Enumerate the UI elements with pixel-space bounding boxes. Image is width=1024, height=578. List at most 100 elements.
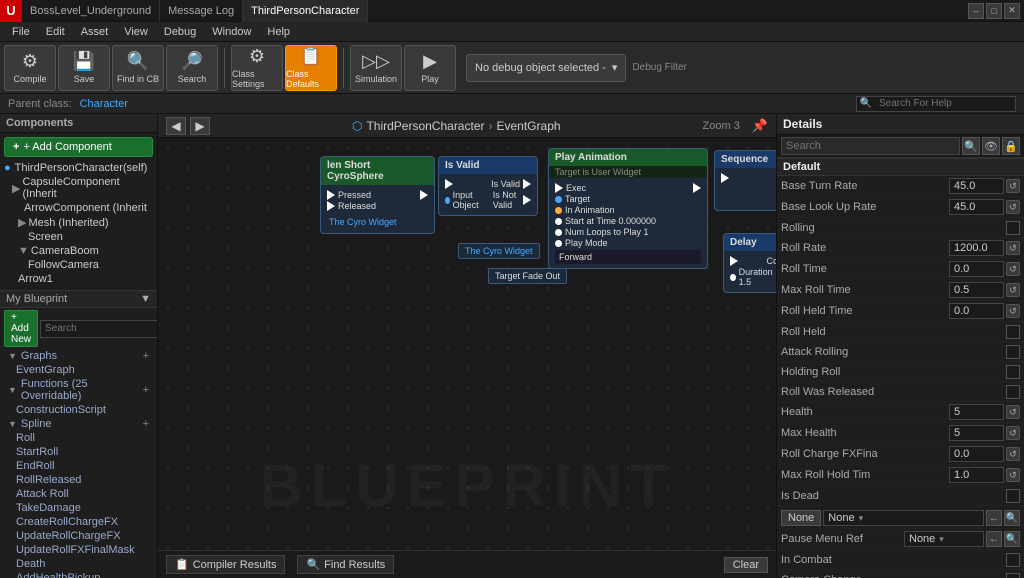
simulation-button[interactable]: ▷▷ Simulation — [350, 45, 402, 91]
component-follow-camera[interactable]: FollowCamera — [0, 258, 157, 272]
component-self[interactable]: ● ThirdPersonCharacter(self) — [0, 161, 157, 175]
close-button[interactable]: ✕ — [1004, 3, 1020, 19]
dynamic-health-search[interactable]: 🔍 — [1004, 510, 1020, 526]
spline-create-roll[interactable]: CreateRollChargeFX — [4, 515, 153, 529]
node-is-valid[interactable]: Is Valid Is Valid Input Object Is Not Va… — [438, 156, 538, 216]
functions-header-item[interactable]: ▼ Functions (25 Overridable) + — [4, 377, 153, 403]
compiler-results-tab[interactable]: 📋 Compiler Results — [166, 555, 285, 574]
pin-icon[interactable]: 📌 — [752, 118, 768, 134]
in-combat-checkbox[interactable] — [1006, 553, 1020, 567]
minimize-button[interactable]: – — [968, 3, 984, 19]
component-mesh[interactable]: ▶ Mesh (Inherited) — [0, 215, 157, 230]
component-screen[interactable]: Screen — [0, 230, 157, 244]
roll-charge-fx-reset[interactable]: ↺ — [1006, 447, 1020, 461]
search-help-field[interactable]: 🔍 — [856, 96, 1016, 112]
blueprint-canvas[interactable]: BLUEPRINT len Short CyroSphere Pressed R… — [158, 138, 776, 550]
menu-edit[interactable]: Edit — [38, 22, 73, 42]
roll-charge-fx-input[interactable] — [949, 446, 1004, 462]
spline-death[interactable]: Death — [4, 557, 153, 571]
max-health-reset[interactable]: ↺ — [1006, 426, 1020, 440]
node-delay[interactable]: Delay Completed Duration 1.5 Target — [723, 233, 776, 293]
attack-rolling-checkbox[interactable] — [1006, 345, 1020, 359]
menu-asset[interactable]: Asset — [73, 22, 117, 42]
tab-message-log[interactable]: Message Log — [160, 0, 243, 22]
lock-details-icon[interactable]: 🔒 — [1002, 137, 1020, 155]
max-health-input[interactable] — [949, 425, 1004, 441]
pause-menu-dropdown[interactable]: None ▾ — [904, 531, 984, 547]
component-arrow1[interactable]: Arrow1 — [0, 272, 157, 286]
maximize-button[interactable]: □ — [986, 3, 1002, 19]
node-short-cryosphere[interactable]: len Short CyroSphere Pressed Released Th… — [320, 156, 435, 234]
add-graph-icon[interactable]: + — [143, 350, 149, 362]
spline-take-damage[interactable]: TakeDamage — [4, 501, 153, 515]
roll-time-reset[interactable]: ↺ — [1006, 262, 1020, 276]
roll-held-time-reset[interactable]: ↺ — [1006, 304, 1020, 318]
health-input[interactable] — [949, 404, 1004, 420]
menu-debug[interactable]: Debug — [156, 22, 204, 42]
eye-details-icon[interactable]: 👁 — [982, 137, 1000, 155]
search-details-icon[interactable]: 🔍 — [962, 137, 980, 155]
menu-help[interactable]: Help — [259, 22, 298, 42]
add-new-button[interactable]: + Add New — [4, 310, 38, 347]
spline-roll-released[interactable]: RollReleased — [4, 473, 153, 487]
widget-box2[interactable]: The Cyro Widget — [458, 243, 540, 259]
graphs-header-item[interactable]: ▼ Graphs + — [4, 349, 153, 363]
roll-time-input[interactable] — [949, 261, 1004, 277]
menu-file[interactable]: File — [4, 22, 38, 42]
rolling-checkbox[interactable] — [1006, 221, 1020, 235]
dynamic-health-left[interactable]: ← — [986, 510, 1002, 526]
component-camera-boom[interactable]: ▼ CameraBoom — [0, 244, 157, 258]
max-roll-hold-input[interactable] — [949, 467, 1004, 483]
camera-change-checkbox[interactable] — [1006, 573, 1020, 578]
compile-button[interactable]: ⚙ Compile — [4, 45, 56, 91]
class-defaults-button[interactable]: 📋 Class Defaults — [285, 45, 337, 91]
is-dead-checkbox[interactable] — [1006, 489, 1020, 503]
base-look-up-input[interactable] — [949, 199, 1004, 215]
breadcrumb-char[interactable]: ThirdPersonCharacter — [366, 119, 484, 133]
spline-update-roll-fx[interactable]: UpdateRollFXFinalMask — [4, 543, 153, 557]
dynamic-health-none-btn[interactable]: None — [781, 510, 821, 526]
tab-third-person[interactable]: ThirdPersonCharacter — [243, 0, 368, 22]
construction-script-item[interactable]: ConstructionScript — [4, 403, 153, 417]
pause-menu-left[interactable]: ← — [986, 531, 1002, 547]
breadcrumb-graph[interactable]: EventGraph — [497, 119, 561, 133]
spline-header-item[interactable]: ▼ Spline + — [4, 417, 153, 431]
roll-rate-input[interactable] — [949, 240, 1004, 256]
roll-rate-reset[interactable]: ↺ — [1006, 241, 1020, 255]
class-settings-button[interactable]: ⚙ Class Settings — [231, 45, 283, 91]
find-cb-button[interactable]: 🔍 Find in CB — [112, 45, 164, 91]
base-turn-rate-input[interactable] — [949, 178, 1004, 194]
node-play-animation[interactable]: Play Animation Target is User Widget Exe… — [548, 148, 708, 269]
search-help-input[interactable] — [875, 98, 1015, 109]
search-button[interactable]: 🔎 Search — [166, 45, 218, 91]
parent-class-value[interactable]: Character — [80, 98, 128, 110]
menu-view[interactable]: View — [116, 22, 156, 42]
spline-start-roll[interactable]: StartRoll — [4, 445, 153, 459]
component-capsule[interactable]: ▶ CapsuleComponent (Inherit — [0, 175, 157, 201]
holding-roll-checkbox[interactable] — [1006, 365, 1020, 379]
spline-update-roll[interactable]: UpdateRollChargeFX — [4, 529, 153, 543]
add-spline-icon[interactable]: + — [143, 418, 149, 430]
save-button[interactable]: 💾 Save — [58, 45, 110, 91]
add-function-icon[interactable]: + — [143, 384, 149, 396]
base-turn-rate-reset[interactable]: ↺ — [1006, 179, 1020, 193]
debug-filter[interactable]: No debug object selected - ▾ — [466, 54, 626, 82]
fade-out-node[interactable]: Target Fade Out — [488, 268, 567, 284]
event-graph-item[interactable]: EventGraph — [4, 363, 153, 377]
play-button[interactable]: ▶ Play — [404, 45, 456, 91]
base-look-up-reset[interactable]: ↺ — [1006, 200, 1020, 214]
details-search-input[interactable] — [781, 137, 960, 155]
roll-was-released-checkbox[interactable] — [1006, 385, 1020, 399]
health-reset[interactable]: ↺ — [1006, 405, 1020, 419]
max-roll-time-input[interactable] — [949, 282, 1004, 298]
roll-held-checkbox[interactable] — [1006, 325, 1020, 339]
node-sequence[interactable]: Sequence Then 0 Then 1 Add pin + — [714, 150, 776, 211]
component-arrow[interactable]: ArrowComponent (Inherit — [0, 201, 157, 215]
roll-held-time-input[interactable] — [949, 303, 1004, 319]
my-blueprint-header[interactable]: My Blueprint ▼ — [0, 290, 157, 308]
clear-button[interactable]: Clear — [724, 557, 768, 573]
my-blueprint-search[interactable] — [40, 320, 158, 338]
pause-menu-search[interactable]: 🔍 — [1004, 531, 1020, 547]
tab-boss-level[interactable]: BossLevel_Underground — [22, 0, 160, 22]
max-roll-hold-reset[interactable]: ↺ — [1006, 468, 1020, 482]
